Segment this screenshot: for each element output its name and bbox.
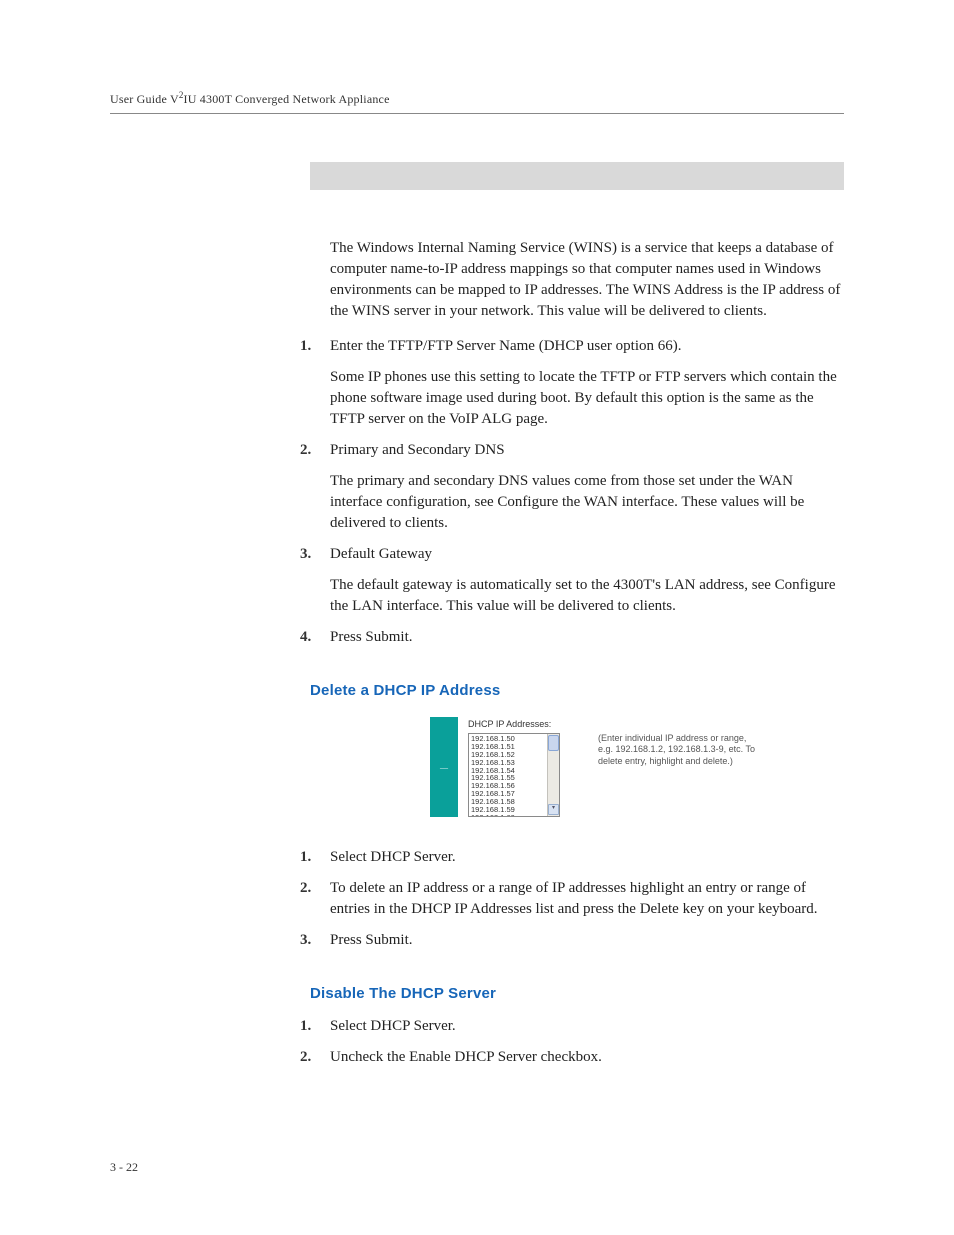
step-number: 2. bbox=[300, 1047, 330, 1068]
section-heading-disable: Disable The DHCP Server bbox=[310, 985, 844, 1002]
running-header: User Guide V2IU 4300T Converged Network … bbox=[110, 90, 844, 107]
step-body: Primary and Secondary DNS The primary an… bbox=[330, 440, 844, 534]
steps-group-c: 1. Select DHCP Server. 2. Uncheck the En… bbox=[330, 1016, 844, 1068]
step-lead: Enter the TFTP/FTP Server Name (DHCP use… bbox=[330, 338, 682, 354]
list-item: 1. Enter the TFTP/FTP Server Name (DHCP … bbox=[330, 336, 844, 430]
step-lead: Primary and Secondary DNS bbox=[330, 442, 505, 458]
list-item: 2. Uncheck the Enable DHCP Server checkb… bbox=[330, 1047, 844, 1068]
page: User Guide V2IU 4300T Converged Network … bbox=[0, 0, 954, 1235]
step-body: Enter the TFTP/FTP Server Name (DHCP use… bbox=[330, 336, 844, 430]
figure-hint: (Enter individual IP address or range, e… bbox=[598, 717, 758, 767]
list-item: 4. Press Submit. bbox=[330, 627, 844, 648]
body-content: The Windows Internal Naming Service (WIN… bbox=[330, 238, 844, 648]
listbox-items[interactable]: 192.168.1.50 192.168.1.51 192.168.1.52 1… bbox=[469, 734, 547, 816]
header-prefix: User Guide V bbox=[110, 92, 179, 106]
step-sub: The default gateway is automatically set… bbox=[330, 575, 844, 617]
list-item: 1. Select DHCP Server. bbox=[330, 1016, 844, 1037]
figure-sidebar: — bbox=[430, 717, 458, 817]
list-item: 3. Press Submit. bbox=[330, 930, 844, 951]
step-number: 2. bbox=[300, 440, 330, 534]
step-number: 1. bbox=[300, 1016, 330, 1037]
section-delete: Delete a DHCP IP Address — DHCP IP Addre… bbox=[310, 682, 844, 817]
step-sub: Some IP phones use this setting to locat… bbox=[330, 367, 844, 430]
body-content-2: 1. Select DHCP Server. 2. To delete an I… bbox=[330, 847, 844, 951]
step-body: Default Gateway The default gateway is a… bbox=[330, 544, 844, 617]
section-disable: Disable The DHCP Server bbox=[310, 985, 844, 1002]
list-item: 2. Primary and Secondary DNS The primary… bbox=[330, 440, 844, 534]
step-number: 2. bbox=[300, 878, 330, 920]
step-number: 1. bbox=[300, 336, 330, 430]
step-number: 4. bbox=[300, 627, 330, 648]
list-item: 3. Default Gateway The default gateway i… bbox=[330, 544, 844, 617]
header-suffix: IU 4300T Converged Network Appliance bbox=[184, 92, 390, 106]
intro-paragraph: The Windows Internal Naming Service (WIN… bbox=[330, 238, 844, 322]
steps-group-b: 1. Select DHCP Server. 2. To delete an I… bbox=[330, 847, 844, 951]
dhcp-listbox[interactable]: 192.168.1.50 192.168.1.51 192.168.1.52 1… bbox=[468, 733, 560, 817]
step-number: 3. bbox=[300, 930, 330, 951]
scroll-down-icon[interactable]: ▾ bbox=[548, 804, 559, 815]
step-body: Press Submit. bbox=[330, 627, 844, 648]
page-number: 3 - 22 bbox=[110, 1160, 138, 1175]
step-number: 1. bbox=[300, 847, 330, 868]
step-body: Select DHCP Server. bbox=[330, 1016, 844, 1037]
body-content-3: 1. Select DHCP Server. 2. Uncheck the En… bbox=[330, 1016, 844, 1068]
step-body: Select DHCP Server. bbox=[330, 847, 844, 868]
steps-group-a: 1. Enter the TFTP/FTP Server Name (DHCP … bbox=[330, 336, 844, 648]
list-item: 1. Select DHCP Server. bbox=[330, 847, 844, 868]
step-number: 3. bbox=[300, 544, 330, 617]
step-lead: Default Gateway bbox=[330, 546, 432, 562]
step-body: Uncheck the Enable DHCP Server checkbox. bbox=[330, 1047, 844, 1068]
figure-title: DHCP IP Addresses: bbox=[468, 719, 560, 729]
scroll-thumb[interactable] bbox=[548, 735, 559, 751]
step-body: To delete an IP address or a range of IP… bbox=[330, 878, 844, 920]
dhcp-figure: — DHCP IP Addresses: 192.168.1.50 192.16… bbox=[430, 717, 844, 817]
header-rule bbox=[110, 113, 844, 114]
list-item[interactable]: 192.168.1.60 bbox=[471, 814, 545, 816]
scrollbar[interactable]: ▾ bbox=[547, 734, 559, 816]
section-banner bbox=[310, 162, 844, 190]
figure-main: DHCP IP Addresses: 192.168.1.50 192.168.… bbox=[458, 717, 570, 817]
section-heading-delete: Delete a DHCP IP Address bbox=[310, 682, 844, 699]
step-lead: Press Submit. bbox=[330, 629, 413, 645]
list-item: 2. To delete an IP address or a range of… bbox=[330, 878, 844, 920]
sidebar-glyph: — bbox=[440, 763, 448, 772]
step-body: Press Submit. bbox=[330, 930, 844, 951]
step-sub: The primary and secondary DNS values com… bbox=[330, 471, 844, 534]
